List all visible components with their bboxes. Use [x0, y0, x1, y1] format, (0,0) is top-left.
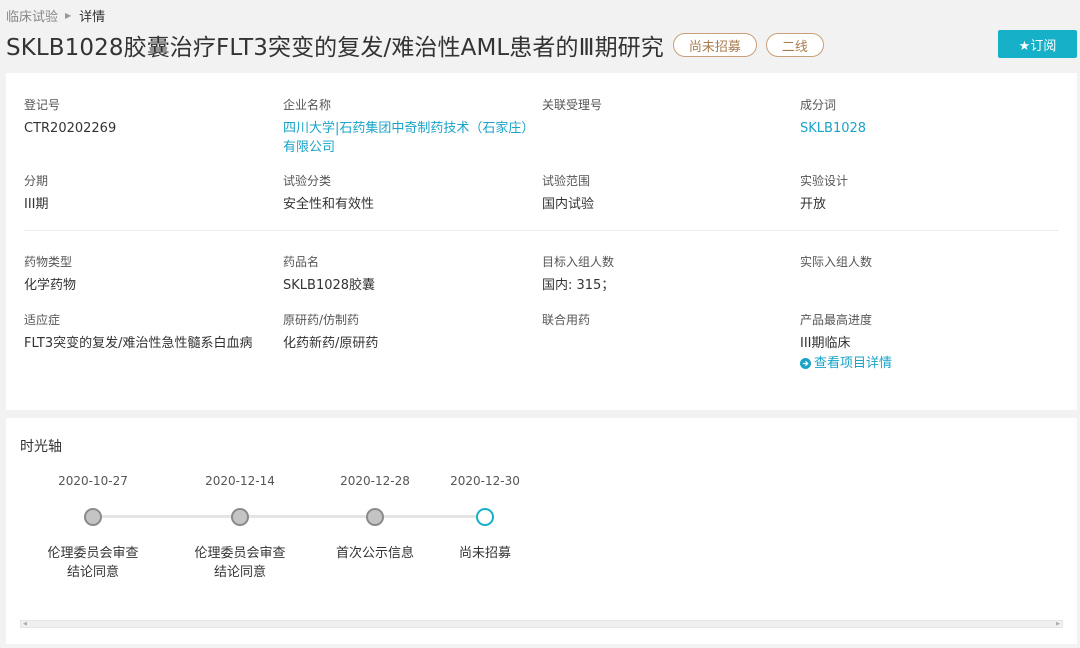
breadcrumb: 临床试验 ▶ 详情 [6, 6, 106, 25]
triangle-right-icon: ▶ [65, 10, 72, 20]
field-label: 成分词 [800, 98, 837, 112]
field-target-enrollment: 目标入组人数 国内: 315； [542, 254, 800, 295]
field-trial-category: 试验分类 安全性和有效性 [283, 173, 542, 214]
timeline-title: 时光轴 [20, 439, 62, 455]
field-drug-type: 药物类型 化学药物 [24, 254, 283, 295]
timeline-event-label-line-1: 伦理委员会审查 [194, 546, 286, 561]
timeline-event-label: 伦理委员会审查 结论同意 [180, 544, 300, 582]
field-label: 目标入组人数 [542, 255, 615, 269]
field-label: 试验范围 [542, 174, 591, 188]
field-label: 适应症 [24, 313, 61, 327]
field-value: CTR20202269 [24, 121, 117, 136]
timeline-dot [84, 508, 102, 526]
timeline-dot [231, 508, 249, 526]
info-row-2: 分期 III期 试验分类 安全性和有效性 试验范围 国内试验 实验设计 开放 [24, 173, 1059, 214]
company-link-line-2: 有限公司 [283, 140, 336, 155]
field-actual-enrollment: 实际入组人数 [800, 254, 1050, 295]
field-label: 药品名 [283, 255, 320, 269]
field-registration-number: 登记号 CTR20202269 [24, 97, 283, 157]
field-value: 化药新药/原研药 [283, 336, 379, 351]
field-label: 实际入组人数 [800, 255, 873, 269]
field-label: 原研药/仿制药 [283, 313, 360, 327]
timeline-event-date: 2020-12-28 [340, 474, 410, 488]
field-label: 药物类型 [24, 255, 73, 269]
triangle-right-icon[interactable]: ▶ [1056, 621, 1060, 627]
timeline-event-date: 2020-12-14 [205, 474, 275, 488]
view-project-details-link[interactable]: 查看项目详情 [800, 354, 1050, 373]
status-badge: 尚未招募 [672, 33, 757, 57]
title-row: SKLB1028胶囊治疗FLT3突变的复发/难治性AML患者的Ⅲ期研究 尚未招募… [6, 28, 824, 62]
field-value: 开放 [800, 197, 827, 212]
field-value: 国内试验 [542, 197, 595, 212]
view-project-details-label: 查看项目详情 [814, 356, 893, 371]
field-value: 化学药物 [24, 278, 77, 293]
field-trial-design: 实验设计 开放 [800, 173, 1050, 214]
field-value: FLT3突变的复发/难治性急性髓系白血病 [24, 336, 253, 351]
field-original-or-generic: 原研药/仿制药 化药新药/原研药 [283, 312, 542, 373]
field-label: 分期 [24, 174, 49, 188]
field-combination-drug: 联合用药 [542, 312, 800, 373]
timeline-event-label: 首次公示信息 [315, 544, 435, 563]
trial-info-card: 登记号 CTR20202269 企业名称 四川大学|石药集团中奇制药技术（石家庄… [6, 73, 1077, 410]
timeline-event-label-line-2: 结论同意 [66, 565, 119, 580]
triangle-left-icon[interactable]: ◀ [23, 621, 27, 627]
field-phase: 分期 III期 [24, 173, 283, 214]
field-label: 关联受理号 [542, 98, 603, 112]
field-related-acceptance-number: 关联受理号 [542, 97, 800, 157]
breadcrumb-current: 详情 [79, 9, 106, 25]
field-value: SKLB1028胶囊 [283, 278, 376, 293]
timeline-event-label-line-1: 尚未招募 [458, 546, 511, 561]
line-badge: 二线 [765, 33, 824, 57]
field-drug-name: 药品名 SKLB1028胶囊 [283, 254, 542, 295]
info-row-4: 适应症 FLT3突变的复发/难治性急性髓系白血病 原研药/仿制药 化药新药/原研… [24, 312, 1059, 373]
field-label: 试验分类 [283, 174, 332, 188]
company-link-line-1: 四川大学|石药集团中奇制药技术（石家庄） [283, 121, 535, 136]
timeline-event-date: 2020-12-30 [450, 474, 520, 488]
horizontal-scrollbar[interactable]: ◀ ▶ [20, 620, 1063, 628]
field-highest-progress: 产品最高进度 III期临床 查看项目详情 [800, 312, 1050, 373]
timeline-dot-current [476, 508, 494, 526]
page-title: SKLB1028胶囊治疗FLT3突变的复发/难治性AML患者的Ⅲ期研究 [6, 35, 664, 61]
field-trial-scope: 试验范围 国内试验 [542, 173, 800, 214]
field-label: 产品最高进度 [800, 313, 873, 327]
timeline-card: 时光轴 2020-10-27 伦理委员会审查 结论同意 2020-12-14 伦… [6, 418, 1077, 644]
arrow-circle-right-icon [800, 358, 811, 369]
field-value: 安全性和有效性 [283, 197, 375, 212]
timeline-track [93, 515, 485, 518]
timeline-event-label: 伦理委员会审查 结论同意 [33, 544, 153, 582]
timeline-event-label-line-1: 首次公示信息 [335, 546, 414, 561]
field-label: 联合用药 [542, 313, 591, 327]
field-company-name: 企业名称 四川大学|石药集团中奇制药技术（石家庄） 有限公司 [283, 97, 542, 157]
timeline-event-date: 2020-10-27 [58, 474, 128, 488]
company-link[interactable]: 四川大学|石药集团中奇制药技术（石家庄） 有限公司 [283, 119, 542, 157]
field-label: 企业名称 [283, 98, 332, 112]
field-label: 登记号 [24, 98, 61, 112]
timeline-event-label-line-2: 结论同意 [213, 565, 266, 580]
info-row-3: 药物类型 化学药物 药品名 SKLB1028胶囊 目标入组人数 国内: 315；… [24, 254, 1059, 295]
field-value: III期 [24, 197, 49, 212]
subscribe-button[interactable]: ★订阅 [998, 30, 1077, 58]
timeline-event-label: 尚未招募 [425, 544, 545, 563]
ingredient-link[interactable]: SKLB1028 [800, 119, 1050, 138]
field-value: 国内: 315； [542, 278, 615, 293]
timeline-dot [366, 508, 384, 526]
field-indication: 适应症 FLT3突变的复发/难治性急性髓系白血病 [24, 312, 283, 373]
field-ingredient: 成分词 SKLB1028 [800, 97, 1050, 157]
breadcrumb-clinical-trials-link[interactable]: 临床试验 [6, 6, 58, 25]
info-row-1: 登记号 CTR20202269 企业名称 四川大学|石药集团中奇制药技术（石家庄… [24, 97, 1059, 157]
timeline-event-label-line-1: 伦理委员会审查 [47, 546, 139, 561]
row-divider [24, 230, 1059, 231]
field-label: 实验设计 [800, 174, 849, 188]
field-value: III期临床 [800, 336, 851, 351]
